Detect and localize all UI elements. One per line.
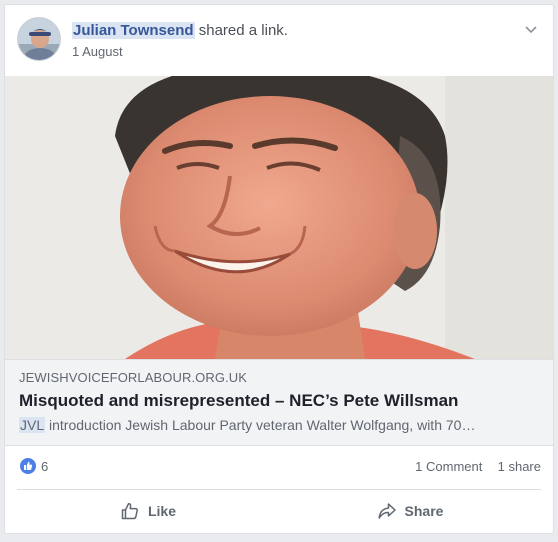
post-action-text: shared a link.: [194, 22, 288, 39]
link-preview[interactable]: JEWISHVOICEFORLABOUR.ORG.UK Misquoted an…: [5, 76, 553, 446]
like-button[interactable]: Like: [17, 493, 279, 529]
like-icon: [121, 503, 138, 520]
like-button-label: Like: [147, 503, 176, 519]
share-count-link[interactable]: 1 share: [498, 459, 541, 474]
preview-domain: JEWISHVOICEFORLABOUR.ORG.UK: [19, 370, 248, 385]
share-icon: [377, 503, 396, 519]
actions-bar: Like Share: [17, 493, 541, 529]
comment-count-link[interactable]: 1 Comment: [415, 459, 482, 474]
preview-image[interactable]: [5, 76, 553, 359]
divider: [17, 489, 541, 490]
preview-title[interactable]: Misquoted and misrepresented – NEC’s Pet…: [19, 391, 458, 411]
reactions-bar: 6 1 Comment 1 share: [17, 455, 541, 477]
share-button[interactable]: Share: [279, 493, 541, 529]
post-date[interactable]: 1 August: [72, 44, 123, 59]
engagement-counts: 1 Comment 1 share: [415, 459, 541, 474]
preview-caption[interactable]: JEWISHVOICEFORLABOUR.ORG.UK Misquoted an…: [5, 359, 553, 446]
description-text: introduction Jewish Labour Party veteran…: [45, 417, 476, 433]
post-header: Julian Townsend shared a link. 1 August: [17, 17, 541, 67]
like-count[interactable]: 6: [41, 459, 48, 474]
preview-description: JVL introduction Jewish Labour Party vet…: [19, 417, 541, 433]
avatar[interactable]: [17, 17, 61, 61]
thumbs-up-icon[interactable]: [20, 458, 36, 474]
post-card: Julian Townsend shared a link. 1 August: [4, 4, 554, 534]
post-header-line: Julian Townsend shared a link.: [72, 22, 288, 40]
author-name-link[interactable]: Julian Townsend: [72, 22, 195, 39]
description-highlight: JVL: [19, 417, 46, 433]
chevron-down-icon[interactable]: [523, 21, 539, 37]
share-button-label: Share: [404, 503, 444, 519]
